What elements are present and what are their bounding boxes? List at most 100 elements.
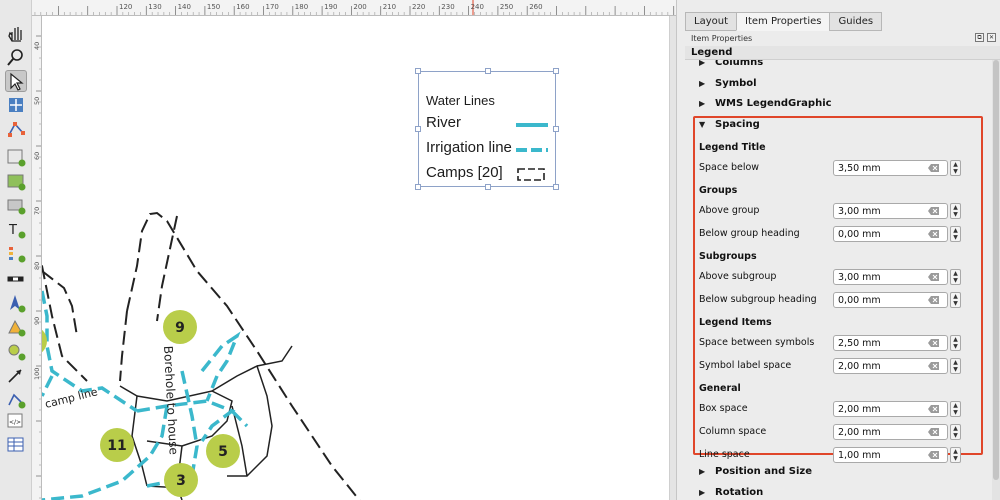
- resize-handle-nw[interactable]: [415, 68, 421, 74]
- spin-up-down-icon[interactable]: ▲ ▼: [950, 160, 961, 176]
- toolbar-add-polyline-button[interactable]: [5, 388, 27, 410]
- group-wms-legendgraphic[interactable]: ▶ WMS LegendGraphic: [699, 98, 832, 109]
- clear-value-icon[interactable]: [928, 164, 939, 172]
- camp-marker-label: 5: [218, 444, 228, 460]
- toolbar-move-content-button[interactable]: [5, 94, 27, 116]
- canvas-scrollbar[interactable]: [669, 16, 676, 500]
- spacing-value-input[interactable]: 3,00 mm: [833, 203, 948, 219]
- spacing-value-text: 0,00 mm: [838, 295, 881, 306]
- spin-up-down-icon[interactable]: ▲ ▼: [950, 335, 961, 351]
- toolbar-add-label-button[interactable]: T: [5, 218, 27, 240]
- spin-up-down-icon[interactable]: ▲ ▼: [950, 292, 961, 308]
- camp-marker[interactable]: 9: [163, 310, 197, 344]
- chevron-right-icon: ▶: [699, 467, 706, 476]
- tab-guides[interactable]: Guides: [829, 12, 883, 31]
- spacing-value-input[interactable]: 3,00 mm: [833, 269, 948, 285]
- toolbar-edit-nodes-button[interactable]: [5, 118, 27, 140]
- toolbar-add-map-button[interactable]: [5, 146, 27, 168]
- resize-handle-w[interactable]: [415, 126, 421, 132]
- clear-value-icon[interactable]: [928, 451, 939, 459]
- float-icon[interactable]: ⧉: [975, 33, 984, 42]
- toolbar-add-arrow-button[interactable]: [5, 364, 27, 386]
- add-arrow-icon: [8, 369, 22, 383]
- svg-text:T: T: [8, 223, 17, 238]
- panel-scrollbar[interactable]: [992, 60, 1000, 500]
- spacing-field-label: Line space: [699, 449, 750, 460]
- clear-value-icon[interactable]: [928, 273, 939, 281]
- clear-value-icon[interactable]: [928, 405, 939, 413]
- toolbar-select-button[interactable]: [5, 70, 27, 92]
- spacing-value-text: 3,50 mm: [838, 163, 881, 174]
- resize-handle-s[interactable]: [485, 184, 491, 190]
- clear-value-icon[interactable]: [928, 296, 939, 304]
- toolbar-add-3d-map-button[interactable]: [5, 194, 27, 216]
- camp-marker-label: 9: [175, 320, 185, 336]
- toolbar-add-html-button[interactable]: </>: [5, 410, 27, 432]
- camp-marker[interactable]: 3: [164, 463, 198, 497]
- map-item[interactable]: 9 11 5 3 Borehole to house camp line: [42, 16, 669, 500]
- spacing-value-input[interactable]: 1,00 mm: [833, 447, 948, 463]
- properties-scroll-area[interactable]: ▶ Columns ▶ Symbol ▶ WMS LegendGraphic ▼…: [685, 60, 993, 500]
- clear-value-icon[interactable]: [928, 428, 939, 436]
- toolbar-add-attribute-table-button[interactable]: [5, 434, 27, 456]
- chevron-right-icon: ▶: [699, 488, 706, 497]
- toolbar-zoom-button[interactable]: [5, 46, 27, 68]
- toolbar-add-marker-button[interactable]: [5, 340, 27, 362]
- spacing-value-input[interactable]: 2,00 mm: [833, 358, 948, 374]
- toolbar-add-legend-button[interactable]: [5, 242, 27, 264]
- spacing-value-input[interactable]: 2,00 mm: [833, 424, 948, 440]
- layout-canvas[interactable]: 9 11 5 3 Borehole to house camp line Water Li…: [42, 16, 669, 500]
- line-label: camp line: [44, 385, 100, 411]
- camp-marker[interactable]: 11: [100, 428, 134, 462]
- layout-designer-window: T </> 120 130 140 150 160 170 180 190 200 210 220 23…: [0, 0, 1000, 500]
- spin-up-down-icon[interactable]: ▲ ▼: [950, 401, 961, 417]
- resize-handle-ne[interactable]: [553, 68, 559, 74]
- toolbar-add-scalebar-button[interactable]: [5, 268, 27, 290]
- spin-up-down-icon[interactable]: ▲ ▼: [950, 424, 961, 440]
- horizontal-ruler[interactable]: 120 130 140 150 160 170 180 190 200 210 220 230 240 2…: [32, 0, 676, 16]
- resize-handle-n[interactable]: [485, 68, 491, 74]
- toolbar-add-north-arrow-button[interactable]: [5, 292, 27, 314]
- group-columns[interactable]: ▶ Columns: [699, 60, 763, 68]
- toolbar-add-shape-button[interactable]: [5, 316, 27, 338]
- zoom-icon: [7, 49, 23, 66]
- group-spacing[interactable]: ▼ Spacing: [699, 119, 760, 130]
- spacing-value-text: 3,00 mm: [838, 206, 881, 217]
- add-legend-icon: [9, 247, 26, 263]
- camp-marker[interactable]: 5: [206, 434, 240, 468]
- clear-value-icon[interactable]: [928, 207, 939, 215]
- spacing-value-input[interactable]: 0,00 mm: [833, 292, 948, 308]
- resize-handle-e[interactable]: [553, 126, 559, 132]
- vertical-ruler[interactable]: 40 50 60 70 80 90 100: [32, 16, 42, 500]
- spin-up-down-icon[interactable]: ▲ ▼: [950, 269, 961, 285]
- spin-up-down-icon[interactable]: ▲ ▼: [950, 358, 961, 374]
- spacing-value-input[interactable]: 0,00 mm: [833, 226, 948, 242]
- legend-item[interactable]: Water Lines River Irrigation line Camps …: [415, 68, 559, 190]
- toolbar-pan-button[interactable]: [5, 22, 27, 44]
- spin-up-down-icon[interactable]: ▲ ▼: [950, 203, 961, 219]
- spacing-field-label: Space between symbols: [699, 337, 815, 348]
- svg-text:</>: </>: [9, 419, 21, 426]
- properties-panel: Layout Item Properties Guides Item Prope…: [676, 0, 1000, 500]
- clear-value-icon[interactable]: [928, 339, 939, 347]
- group-position-and-size[interactable]: ▶ Position and Size: [699, 466, 812, 477]
- resize-handle-se[interactable]: [553, 184, 559, 190]
- spin-up-down-icon[interactable]: ▲ ▼: [950, 447, 961, 463]
- resize-handle-sw[interactable]: [415, 184, 421, 190]
- spacing-value-input[interactable]: 3,50 mm: [833, 160, 948, 176]
- group-rotation[interactable]: ▶ Rotation: [699, 487, 763, 498]
- spacing-value-text: 2,50 mm: [838, 338, 881, 349]
- group-symbol[interactable]: ▶ Symbol: [699, 78, 757, 89]
- clear-value-icon[interactable]: [928, 230, 939, 238]
- panel-scrollbar-thumb[interactable]: [993, 60, 999, 480]
- spacing-field-label: Above subgroup: [699, 271, 777, 282]
- close-icon[interactable]: ✕: [987, 33, 996, 42]
- tab-item-properties[interactable]: Item Properties: [736, 12, 831, 31]
- tab-layout[interactable]: Layout: [685, 12, 737, 31]
- spacing-value-input[interactable]: 2,50 mm: [833, 335, 948, 351]
- toolbar-add-picture-button[interactable]: [5, 170, 27, 192]
- clear-value-icon[interactable]: [928, 362, 939, 370]
- spin-up-down-icon[interactable]: ▲ ▼: [950, 226, 961, 242]
- spacing-value-input[interactable]: 2,00 mm: [833, 401, 948, 417]
- add-label-icon: T: [8, 223, 26, 239]
